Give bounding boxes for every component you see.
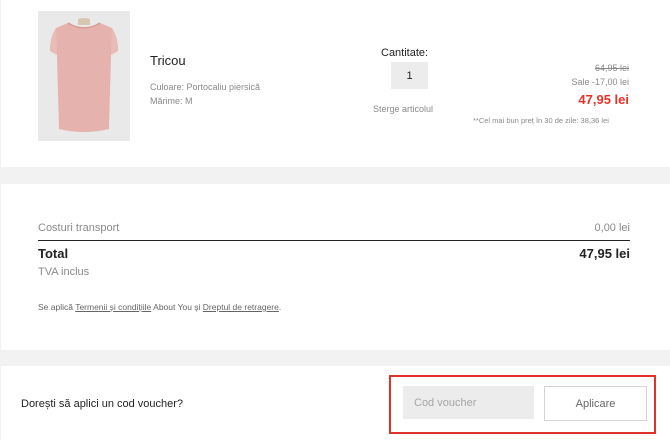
- quantity-label: Cantitate:: [381, 47, 429, 59]
- terms-middle: About You și: [153, 302, 201, 312]
- withdrawal-link[interactable]: Dreptul de retragere: [203, 302, 279, 312]
- total-label: Total: [38, 246, 69, 261]
- quantity-select[interactable]: 1: [391, 62, 428, 89]
- shipping-value: 0,00 lei: [594, 222, 630, 234]
- product-size: Mărime: M: [150, 96, 193, 106]
- apply-voucher-button[interactable]: Aplicare: [544, 386, 647, 421]
- total-value: 47,95 lei: [579, 246, 630, 261]
- order-summary: Costuri transport 0,00 lei Total 47,95 l…: [1, 184, 670, 350]
- product-card: Tricou Culoare: Portocaliu piersică Mări…: [1, 0, 670, 167]
- t-shirt-photo-icon: [38, 11, 130, 141]
- product-name[interactable]: Tricou: [150, 53, 186, 68]
- product-image[interactable]: [38, 11, 130, 141]
- sale-discount: Sale -17,00 lei: [571, 77, 629, 87]
- terms-suffix: .: [278, 302, 282, 312]
- final-price: 47,95 lei: [578, 92, 629, 107]
- original-price: 64,95 lei: [594, 63, 629, 73]
- voucher-question: Dorești să aplici un cod voucher?: [21, 398, 184, 410]
- product-color: Culoare: Portocaliu piersică: [150, 82, 261, 92]
- shipping-label: Costuri transport: [38, 222, 120, 234]
- terms-link[interactable]: Termenii și condițiile: [75, 302, 151, 312]
- vat-label: TVA inclus: [38, 266, 90, 278]
- terms-text: Se aplică Termenii și condițiile About Y…: [38, 302, 281, 312]
- remove-item-link[interactable]: Sterge articolul: [373, 104, 433, 114]
- best-price-note: **Cel mai bun preț în 30 de zile: 38,36 …: [473, 116, 609, 125]
- voucher-section: Dorești să aplici un cod voucher? Aplica…: [1, 366, 670, 440]
- terms-prefix: Se aplică: [38, 302, 73, 312]
- summary-divider: [38, 240, 630, 241]
- voucher-code-input[interactable]: [403, 386, 534, 419]
